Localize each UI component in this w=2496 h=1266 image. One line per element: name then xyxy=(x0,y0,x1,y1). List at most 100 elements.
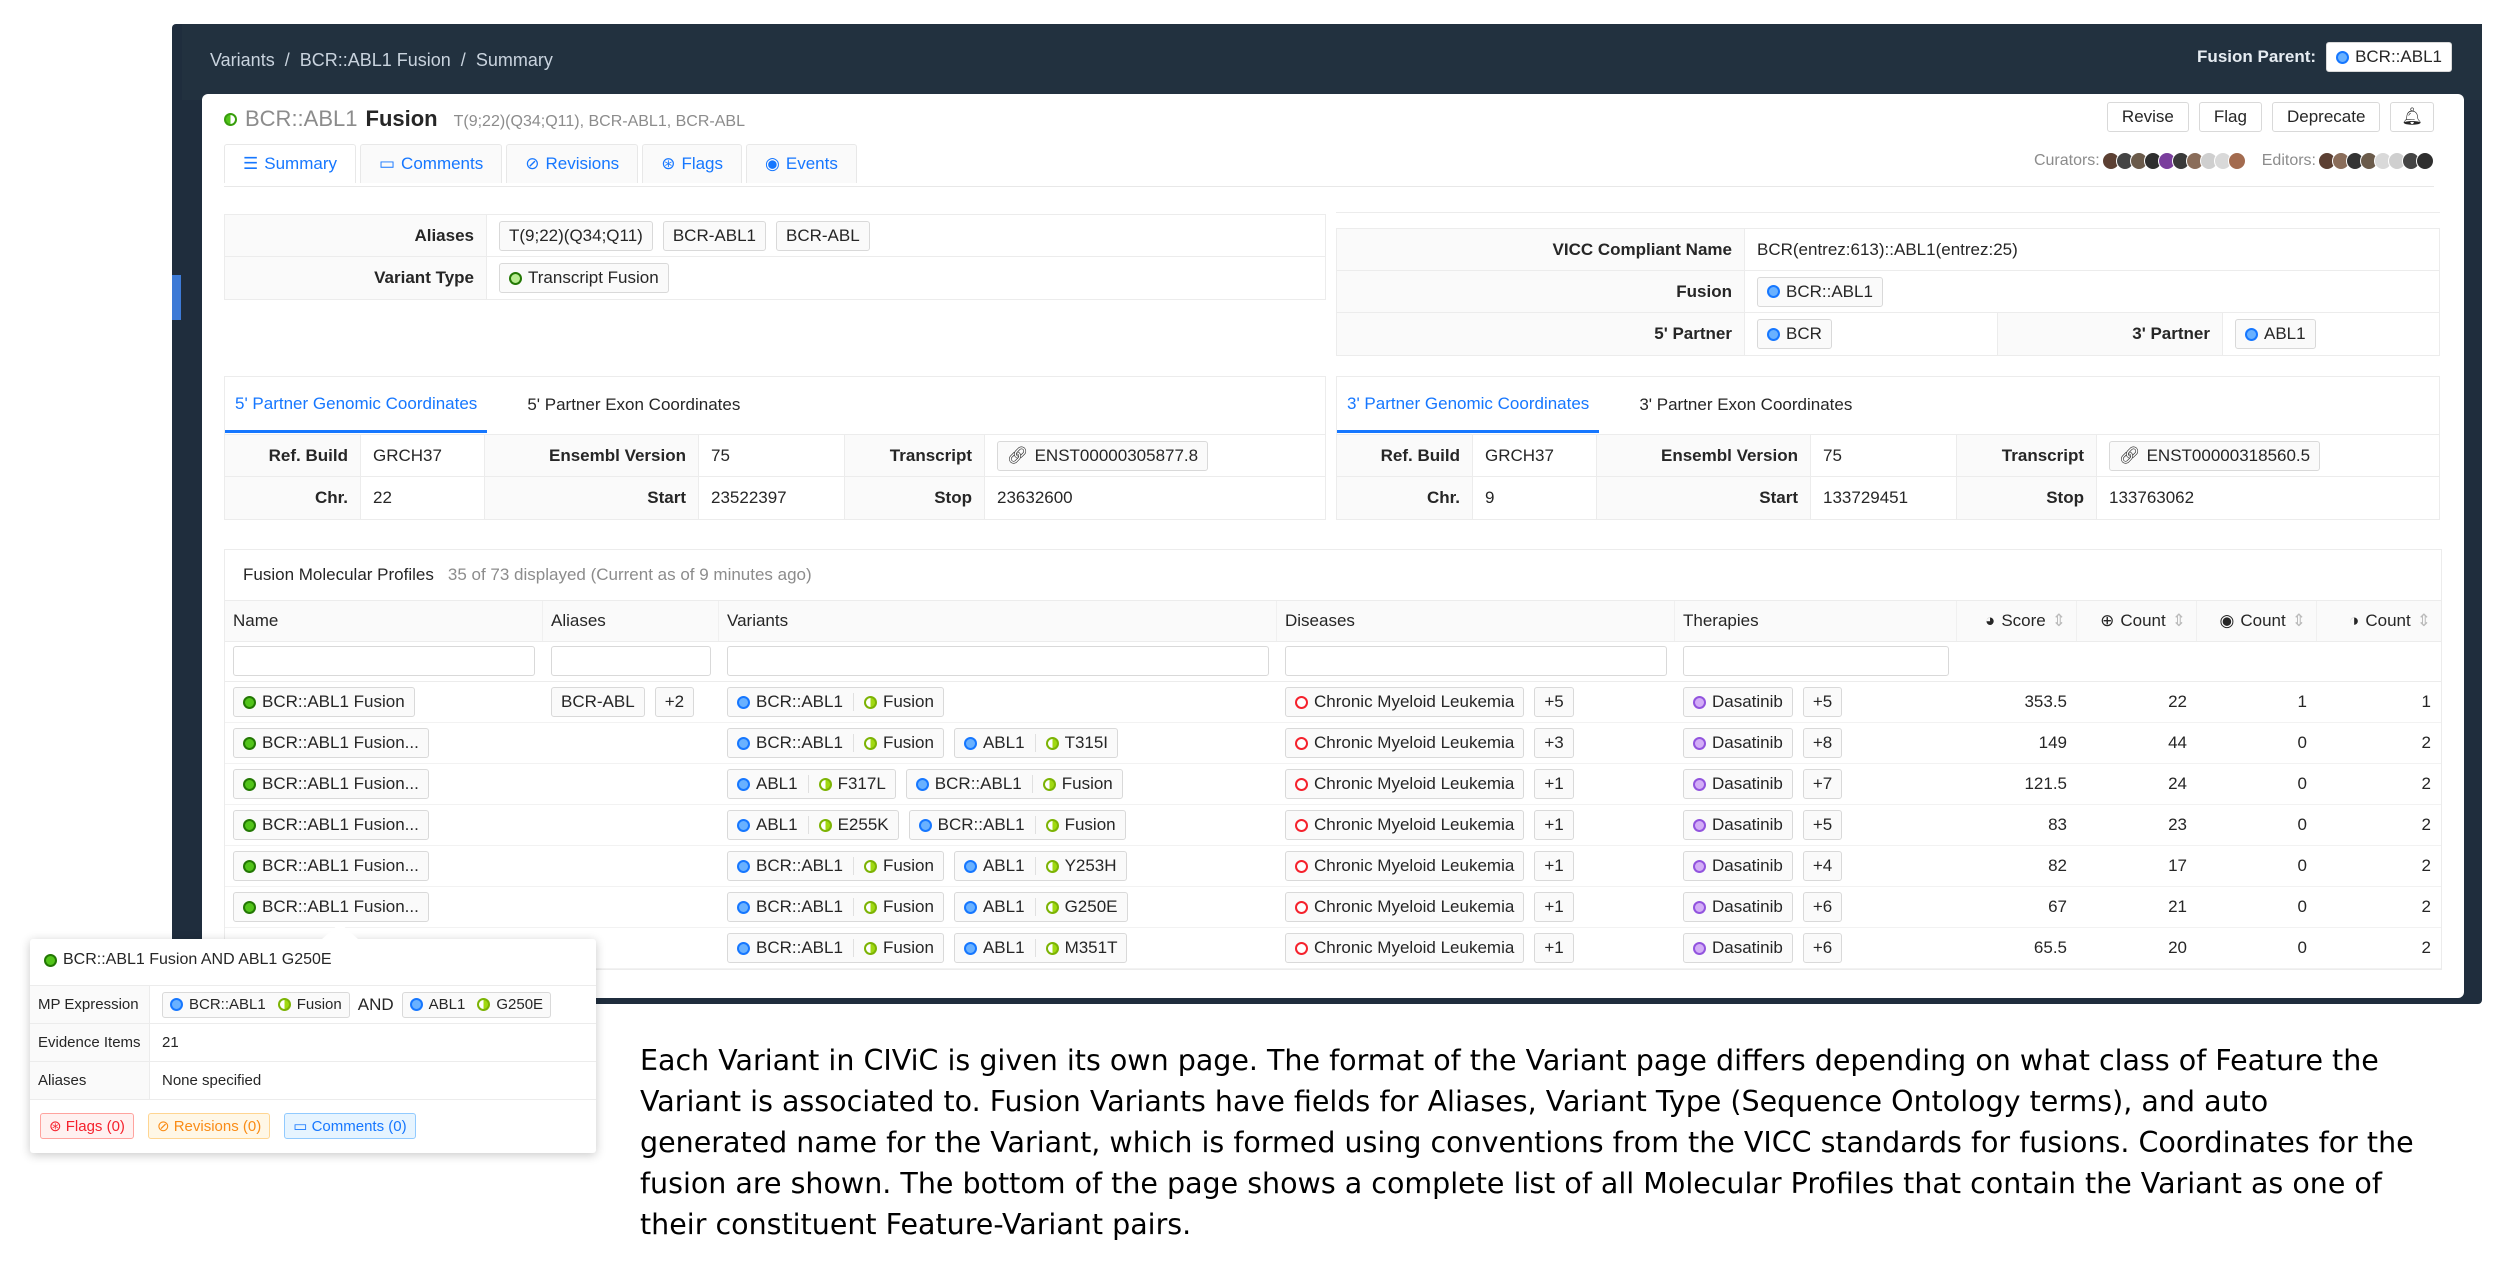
fusion-parent-tag[interactable]: BCR::ABL1 xyxy=(2326,42,2452,72)
revise-button[interactable]: Revise xyxy=(2106,102,2189,132)
disease-tag[interactable]: Chronic Myeloid Leukemia xyxy=(1285,851,1525,881)
curator-avatars[interactable] xyxy=(2101,152,2246,170)
comments-button[interactable]: ▭ Comments (0) xyxy=(284,1113,416,1139)
variant-tag[interactable]: BCR::ABL1 Fusion xyxy=(727,687,944,717)
more-diseases-tag[interactable]: +1 xyxy=(1534,851,1574,881)
col-diseases[interactable]: Diseases xyxy=(1277,601,1675,641)
col-count-variant[interactable]: ◑ Count ⇕ xyxy=(2317,601,2441,641)
more-therapies-tag[interactable]: +6 xyxy=(1802,892,1843,922)
mp-link[interactable]: BCR::ABL1 Fusion... xyxy=(233,892,429,922)
revisions-button[interactable]: ⊘ Revisions (0) xyxy=(147,1113,271,1139)
variant-tag[interactable]: ABL1 G250E xyxy=(953,892,1128,922)
more-diseases-tag[interactable]: +1 xyxy=(1534,810,1574,840)
alias-tag[interactable]: BCR-ABL xyxy=(551,687,645,717)
disease-tag[interactable]: Chronic Myeloid Leukemia xyxy=(1285,933,1525,963)
transcript-link[interactable]: 🔗︎ ENST00000305877.8 xyxy=(997,440,1209,471)
mp-link[interactable]: BCR::ABL1 Fusion... xyxy=(233,810,429,840)
variant-tag[interactable]: BCR::ABL1 Fusion xyxy=(727,851,944,881)
transcript-link[interactable]: 🔗︎ ENST00000318560.5 xyxy=(2109,440,2321,471)
three-partner-tag[interactable]: ABL1 xyxy=(2235,319,2316,349)
title-feature[interactable]: BCR::ABL1 xyxy=(245,106,358,132)
name-filter[interactable] xyxy=(233,646,535,676)
disease-tag-text: Chronic Myeloid Leukemia xyxy=(1314,897,1515,916)
variant-tag[interactable]: BCR::ABL1 Fusion xyxy=(162,991,350,1018)
molecular-profiles-table: Fusion Molecular Profiles 35 of 73 displ… xyxy=(224,549,2442,970)
tab-events[interactable]: ◉ Events xyxy=(746,144,857,183)
col-count-assertion[interactable]: ◉ Count ⇕ xyxy=(2197,601,2317,641)
breadcrumb-variant[interactable]: BCR::ABL1 Fusion xyxy=(300,50,451,70)
tab-three-exon[interactable]: 3' Partner Exon Coordinates xyxy=(1629,377,1862,433)
fusion-tag[interactable]: BCR::ABL1 xyxy=(1757,276,1883,307)
tab-summary[interactable]: ☰ Summary xyxy=(224,144,356,183)
col-therapies[interactable]: Therapies xyxy=(1675,601,1957,641)
more-therapies-tag[interactable]: +7 xyxy=(1802,769,1843,799)
deprecate-button[interactable]: Deprecate xyxy=(2271,102,2381,132)
therapy-tag[interactable]: Dasatinib xyxy=(1683,810,1793,840)
mp-link-text: BCR::ABL1 Fusion... xyxy=(262,856,419,875)
variant-tag[interactable]: BCR::ABL1 Fusion xyxy=(727,892,944,922)
tab-revisions[interactable]: ⊘ Revisions xyxy=(506,144,639,183)
cell-name: BCR::ABL1 Fusion... xyxy=(225,846,543,886)
more-diseases-tag[interactable]: +1 xyxy=(1534,769,1574,799)
more-diseases-tag[interactable]: +5 xyxy=(1534,687,1574,717)
variants-filter[interactable] xyxy=(727,646,1269,676)
variant-tag[interactable]: BCR::ABL1 Fusion xyxy=(727,728,944,758)
disease-tag[interactable]: Chronic Myeloid Leukemia xyxy=(1285,892,1525,922)
flag-button[interactable]: Flag xyxy=(2198,102,2262,132)
therapy-tag[interactable]: Dasatinib xyxy=(1683,769,1793,799)
variant-tag[interactable]: ABL1 M351T xyxy=(953,933,1128,963)
diseases-filter[interactable] xyxy=(1285,646,1667,676)
variant-tag[interactable]: ABL1 T315I xyxy=(953,728,1119,758)
more-therapies-tag[interactable]: +4 xyxy=(1802,851,1843,881)
subscribe-button[interactable]: 🔔︎ xyxy=(2390,102,2434,132)
mp-link[interactable]: BCR::ABL1 Fusion xyxy=(233,687,415,717)
disease-tag[interactable]: Chronic Myeloid Leukemia xyxy=(1285,769,1525,799)
more-diseases-tag[interactable]: +1 xyxy=(1534,933,1574,963)
disease-tag[interactable]: Chronic Myeloid Leukemia xyxy=(1285,687,1525,717)
variant-type-tag[interactable]: Transcript Fusion xyxy=(499,263,669,293)
mp-link[interactable]: BCR::ABL1 Fusion... xyxy=(233,769,429,799)
more-therapies-tag[interactable]: +8 xyxy=(1802,728,1843,758)
variant-tag[interactable]: BCR::ABL1 Fusion xyxy=(908,810,1126,840)
therapy-tag[interactable]: Dasatinib xyxy=(1683,892,1793,922)
editor-avatars[interactable] xyxy=(2318,152,2434,170)
breadcrumb-variants[interactable]: Variants xyxy=(210,50,275,70)
variant-tag[interactable]: ABL1 G250E xyxy=(401,991,552,1018)
col-variants[interactable]: Variants xyxy=(719,601,1277,641)
variant-tag[interactable]: ABL1 Y253H xyxy=(953,851,1127,881)
start-value: 23522397 xyxy=(699,477,845,519)
col-aliases[interactable]: Aliases xyxy=(543,601,719,641)
therapy-tag[interactable]: Dasatinib xyxy=(1683,728,1793,758)
aliases-filter[interactable] xyxy=(551,646,711,676)
variant-tag[interactable]: ABL1 E255K xyxy=(727,810,899,840)
gene-text: ABL1 xyxy=(982,856,1025,875)
variant-tag[interactable]: BCR::ABL1 Fusion xyxy=(727,933,944,963)
tab-three-genomic[interactable]: 3' Partner Genomic Coordinates xyxy=(1337,377,1600,433)
more-therapies-tag[interactable]: +5 xyxy=(1802,687,1843,717)
therapy-tag[interactable]: Dasatinib xyxy=(1683,933,1793,963)
therapy-tag[interactable]: Dasatinib xyxy=(1683,687,1793,717)
tab-five-exon[interactable]: 5' Partner Exon Coordinates xyxy=(517,377,750,433)
variant-tag[interactable]: BCR::ABL1 Fusion xyxy=(905,769,1123,799)
more-diseases-tag[interactable]: +1 xyxy=(1534,892,1574,922)
tab-five-genomic[interactable]: 5' Partner Genomic Coordinates xyxy=(225,377,488,433)
tab-comments[interactable]: ▭ Comments xyxy=(359,144,503,183)
col-name[interactable]: Name xyxy=(225,601,543,641)
more-therapies-tag[interactable]: +5 xyxy=(1802,810,1843,840)
disease-tag[interactable]: Chronic Myeloid Leukemia xyxy=(1285,728,1525,758)
more-diseases-tag[interactable]: +3 xyxy=(1534,728,1574,758)
col-count-evidence[interactable]: ⊕ Count ⇕ xyxy=(2077,601,2197,641)
alias-tag[interactable]: +2 xyxy=(654,687,695,717)
col-score[interactable]: ◕ Score ⇕ xyxy=(1957,601,2077,641)
tab-flags[interactable]: ⊛ Flags xyxy=(642,144,743,183)
five-partner-tag[interactable]: BCR xyxy=(1757,319,1832,349)
therapies-filter[interactable] xyxy=(1683,646,1949,676)
disease-tag[interactable]: Chronic Myeloid Leukemia xyxy=(1285,810,1525,840)
variant-tag[interactable]: ABL1 F317L xyxy=(727,769,896,799)
therapy-tag[interactable]: Dasatinib xyxy=(1683,851,1793,881)
mp-link[interactable]: BCR::ABL1 Fusion... xyxy=(233,851,429,881)
fusion-details: VICC Compliant Name BCR(entrez:613)::ABL… xyxy=(1336,228,2440,356)
flags-button[interactable]: ⊛ Flags (0) xyxy=(40,1113,134,1139)
more-therapies-tag[interactable]: +6 xyxy=(1802,933,1843,963)
mp-link[interactable]: BCR::ABL1 Fusion... xyxy=(233,728,429,758)
